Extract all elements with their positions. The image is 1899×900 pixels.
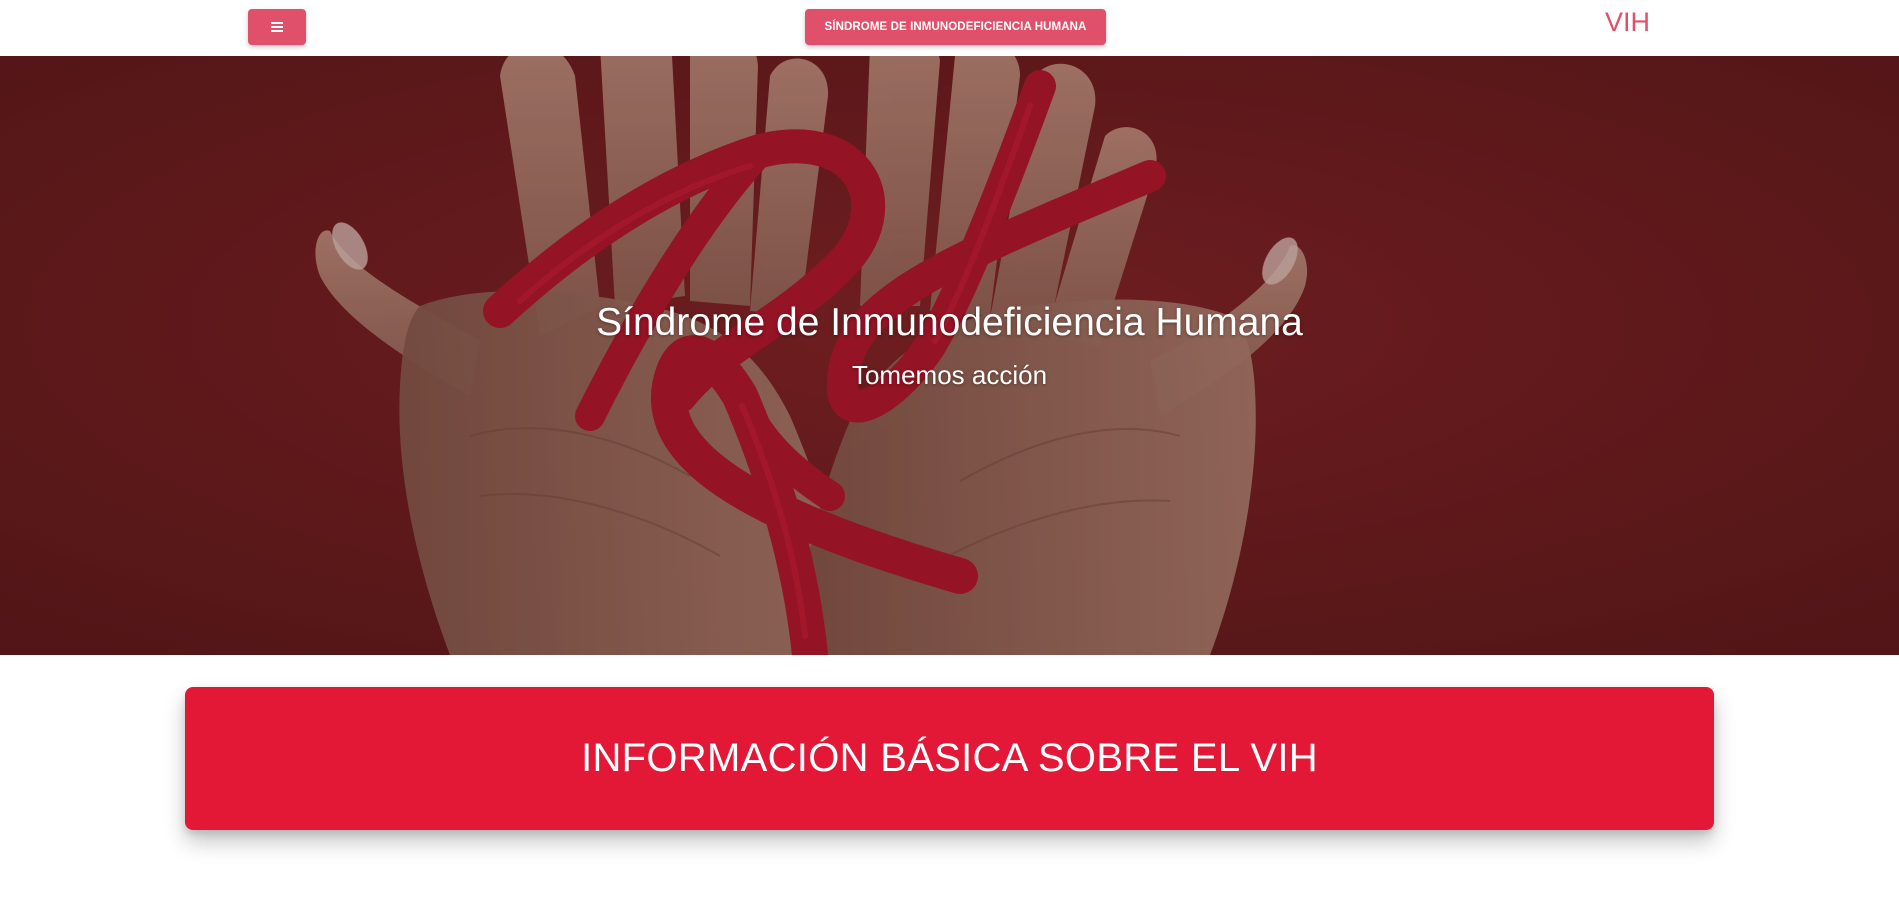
menu-toggle-button[interactable] (248, 9, 306, 45)
hero-subtitle: Tomemos acción (851, 360, 1048, 390)
basic-info-banner: INFORMACIÓN BÁSICA SOBRE EL VIH (185, 687, 1714, 830)
brand-logo-link[interactable]: VIH (1605, 6, 1650, 38)
hero-title: Síndrome de Inmunodeficiencia Humana (596, 301, 1303, 344)
hero-section: Síndrome de Inmunodeficiencia Humana Tom… (0, 56, 1899, 655)
hero-dark-overlay (0, 56, 1899, 655)
site-title-button[interactable]: SÍNDROME DE INMUNODEFICIENCIA HUMANA (805, 9, 1106, 45)
hamburger-icon (271, 22, 283, 32)
basic-info-heading: INFORMACIÓN BÁSICA SOBRE EL VIH (581, 736, 1318, 780)
top-navbar: SÍNDROME DE INMUNODEFICIENCIA HUMANA VIH (0, 0, 1899, 56)
